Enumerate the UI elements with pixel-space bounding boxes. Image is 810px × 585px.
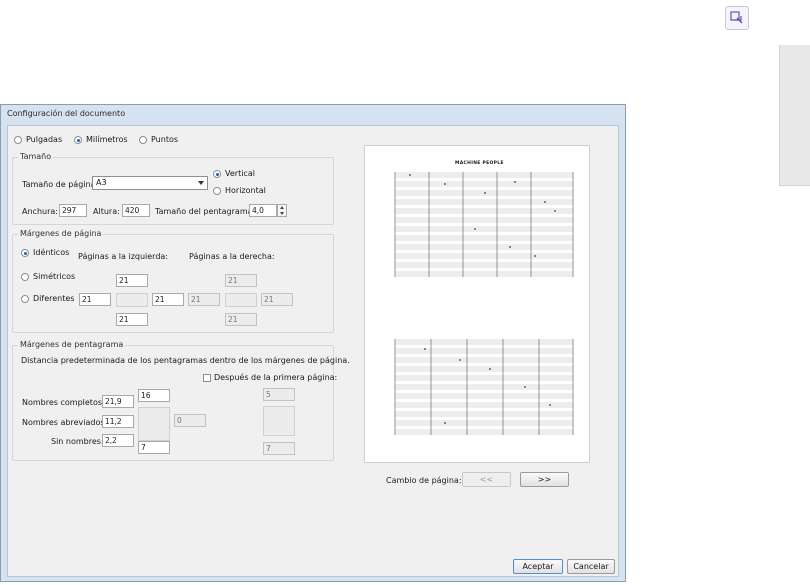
units-millimeters-radio[interactable] (74, 136, 82, 144)
score-preview-image (394, 172, 574, 435)
staff-size-spinner[interactable] (277, 204, 287, 217)
units-inches-radio[interactable] (14, 136, 22, 144)
margins-symmetric-label: Simétricos (33, 272, 76, 281)
document-setup-dialog: Configuración del documento Pulgadas Mil… (0, 104, 626, 582)
after-first-page-label: Después de la primera página: (214, 373, 338, 382)
left-top-margin-input[interactable]: 21 (116, 274, 148, 287)
staff-size-input[interactable]: 4,0 (249, 204, 277, 217)
no-names-label: Sin nombres: (51, 437, 104, 446)
staff-top-margin-input[interactable]: 16 (138, 389, 170, 402)
page-size-value: A3 (96, 178, 107, 187)
right-bottom-margin-input: 21 (225, 313, 257, 326)
margins-symmetric-radio[interactable] (21, 273, 29, 281)
staff-margins-description: Distancia predeterminada de los pentagra… (21, 356, 350, 365)
dialog-content: Pulgadas Milímetros Puntos Tamaño Tamaño… (7, 125, 619, 577)
after-preview-box (263, 406, 295, 436)
staff-size-label: Tamaño del pentagrama: (155, 207, 256, 216)
dialog-titlebar[interactable]: Configuración del documento (1, 105, 625, 123)
next-page-button[interactable]: >> (520, 472, 569, 487)
right-left-margin-input: 21 (188, 293, 220, 306)
resize-icon[interactable] (725, 6, 749, 30)
staff-margins-legend: Márgenes de pentagrama (18, 340, 126, 349)
page-size-select[interactable]: A3 (92, 176, 208, 190)
margins-identical-radio[interactable] (21, 249, 29, 257)
width-label: Anchura: (22, 207, 58, 216)
orientation-vertical-radio[interactable] (213, 170, 221, 178)
after-bottom-margin-input: 7 (263, 442, 295, 455)
previous-page-button[interactable]: << (462, 472, 511, 487)
left-left-margin-input[interactable]: 21 (79, 293, 111, 306)
right-right-margin-input: 21 (261, 293, 293, 306)
left-page-thumbnail (116, 293, 148, 307)
orientation-horizontal-label: Horizontal (225, 186, 266, 195)
left-pages-label: Páginas a la izquierda: (78, 252, 169, 261)
chevron-down-icon (198, 181, 204, 185)
page-preview: MACHINE PEOPLE (364, 145, 590, 463)
units-inches-label: Pulgadas (26, 135, 63, 144)
units-points-radio[interactable] (139, 136, 147, 144)
after-first-page-checkbox[interactable] (203, 374, 211, 382)
abbrev-names-input[interactable]: 11,2 (102, 415, 134, 428)
right-page-thumbnail (225, 293, 257, 307)
staff-bottom-margin-input[interactable]: 7 (138, 441, 170, 454)
staff-preview-box (138, 407, 170, 441)
width-input[interactable]: 297 (59, 204, 87, 217)
full-names-label: Nombres completos: (22, 398, 105, 407)
abbrev-names-label: Nombres abreviados: (22, 418, 108, 427)
right-top-margin-input: 21 (225, 274, 257, 287)
abbrev-names-inner-input: 0 (174, 414, 206, 427)
height-label: Altura: (93, 207, 120, 216)
full-names-input[interactable]: 21,9 (102, 395, 134, 408)
margins-different-radio[interactable] (21, 295, 29, 303)
dialog-title: Configuración del documento (7, 109, 126, 118)
side-panel-tab[interactable] (779, 45, 810, 186)
left-bottom-margin-input[interactable]: 21 (116, 313, 148, 326)
units-millimeters-label: Milímetros (86, 135, 128, 144)
no-names-input[interactable]: 2,2 (102, 434, 134, 447)
page-size-label: Tamaño de página: (22, 180, 99, 189)
after-top-margin-input: 5 (263, 388, 295, 401)
orientation-vertical-label: Vertical (225, 169, 255, 178)
left-right-margin-input[interactable]: 21 (152, 293, 184, 306)
orientation-horizontal-radio[interactable] (213, 187, 221, 195)
margins-identical-label: Idénticos (33, 248, 70, 257)
size-legend: Tamaño (18, 152, 54, 161)
height-input[interactable]: 420 (122, 204, 150, 217)
page-margins-legend: Márgenes de página (18, 229, 104, 238)
margins-different-label: Diferentes (33, 294, 75, 303)
right-pages-label: Páginas a la derecha: (189, 252, 275, 261)
page-change-label: Cambio de página: (386, 476, 462, 485)
cancel-button[interactable]: Cancelar (567, 559, 615, 574)
units-points-label: Puntos (151, 135, 179, 144)
ok-button[interactable]: Aceptar (513, 559, 563, 574)
